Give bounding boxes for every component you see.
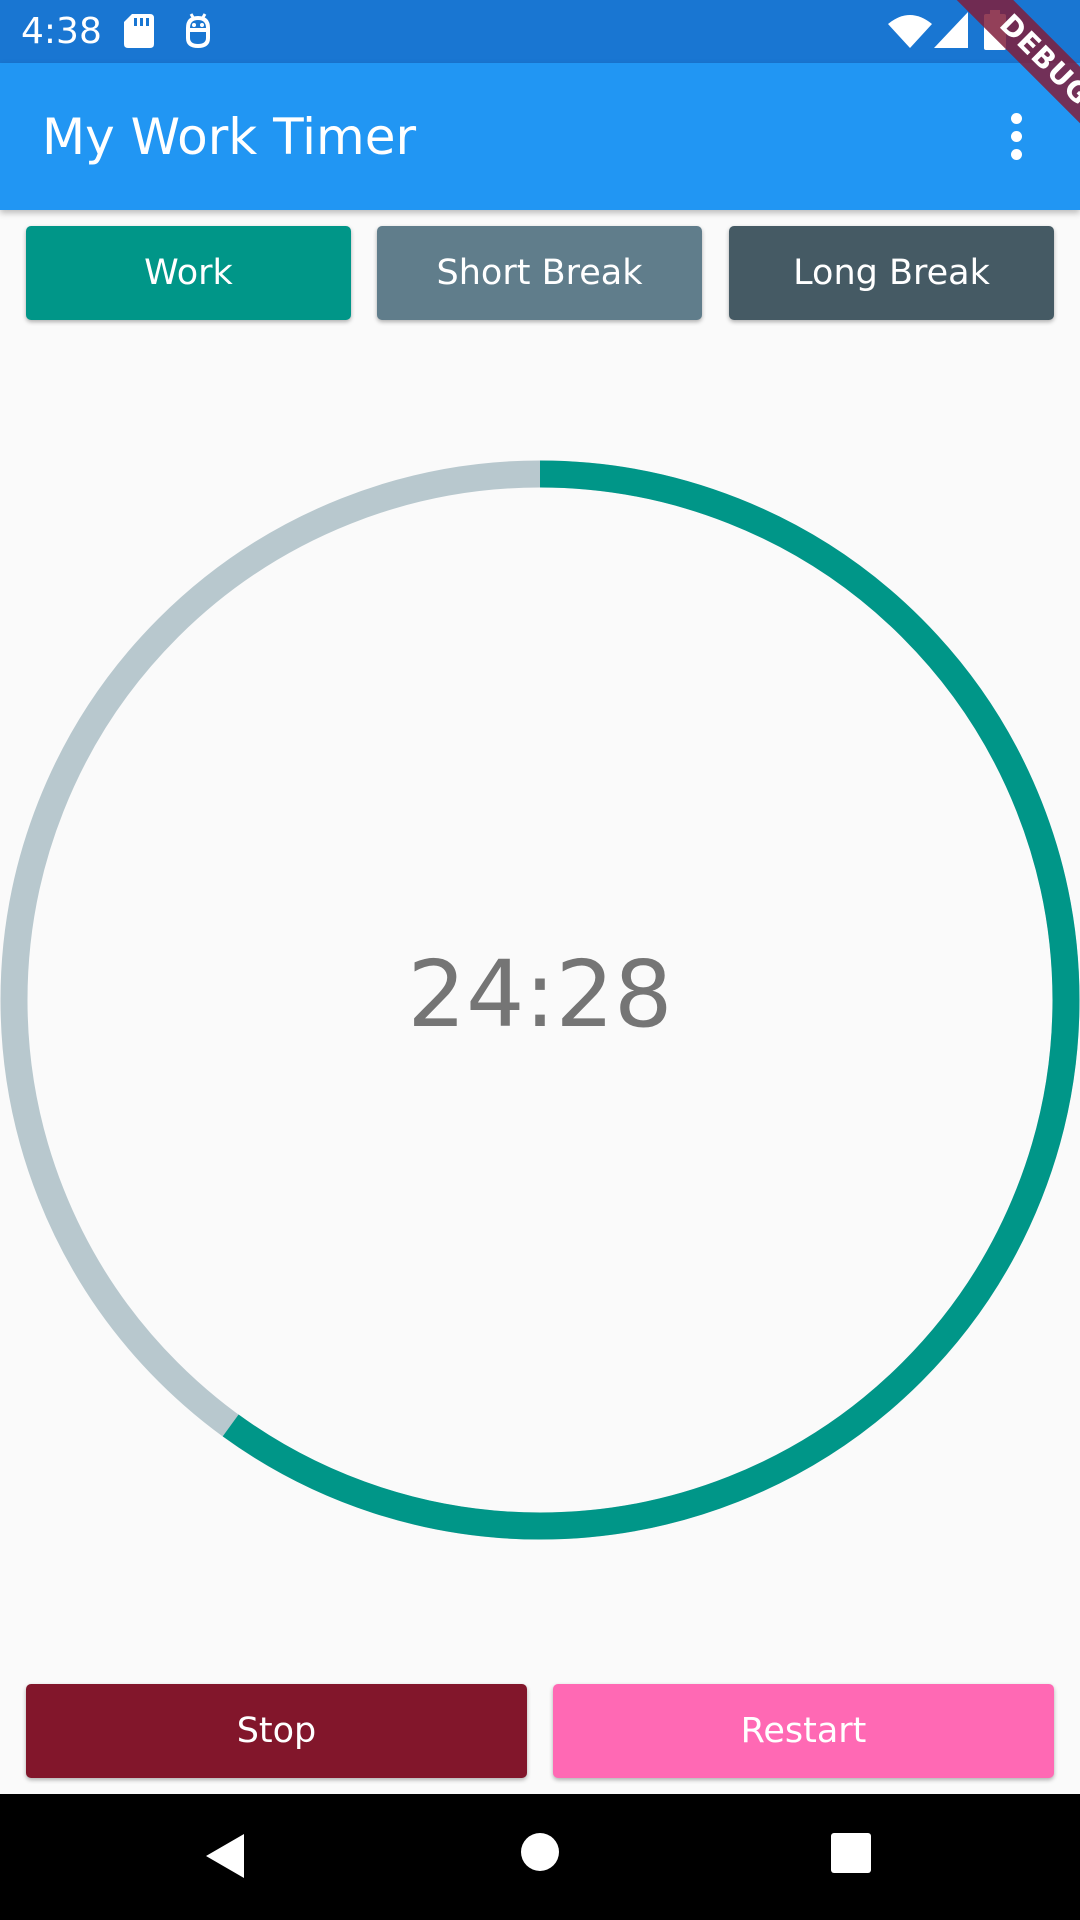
timer-countdown: 24:28	[407, 941, 673, 1048]
recents-icon[interactable]	[831, 1833, 871, 1878]
signal-icon	[934, 12, 968, 53]
sd-card-icon	[124, 14, 154, 53]
app-title: My Work Timer	[42, 108, 417, 166]
restart-button[interactable]: Restart	[553, 1684, 1054, 1778]
more-vert-icon[interactable]	[990, 105, 1042, 169]
stop-button[interactable]: Stop	[26, 1684, 527, 1778]
navigation-bar	[0, 1794, 1080, 1920]
timer-progress-indicator: 24:28	[0, 460, 1080, 1540]
long-break-button[interactable]: Long Break	[729, 226, 1054, 320]
short-break-button[interactable]: Short Break	[377, 226, 702, 320]
android-debug-icon	[182, 12, 214, 55]
status-bar: 4:38	[0, 0, 1080, 63]
back-icon[interactable]	[204, 1832, 248, 1885]
status-time: 4:38	[21, 11, 102, 52]
battery-icon	[984, 10, 1006, 55]
work-button[interactable]: Work	[26, 226, 351, 320]
app-bar: My Work Timer	[0, 63, 1080, 210]
wifi-icon	[888, 14, 932, 53]
home-icon[interactable]	[520, 1832, 560, 1877]
